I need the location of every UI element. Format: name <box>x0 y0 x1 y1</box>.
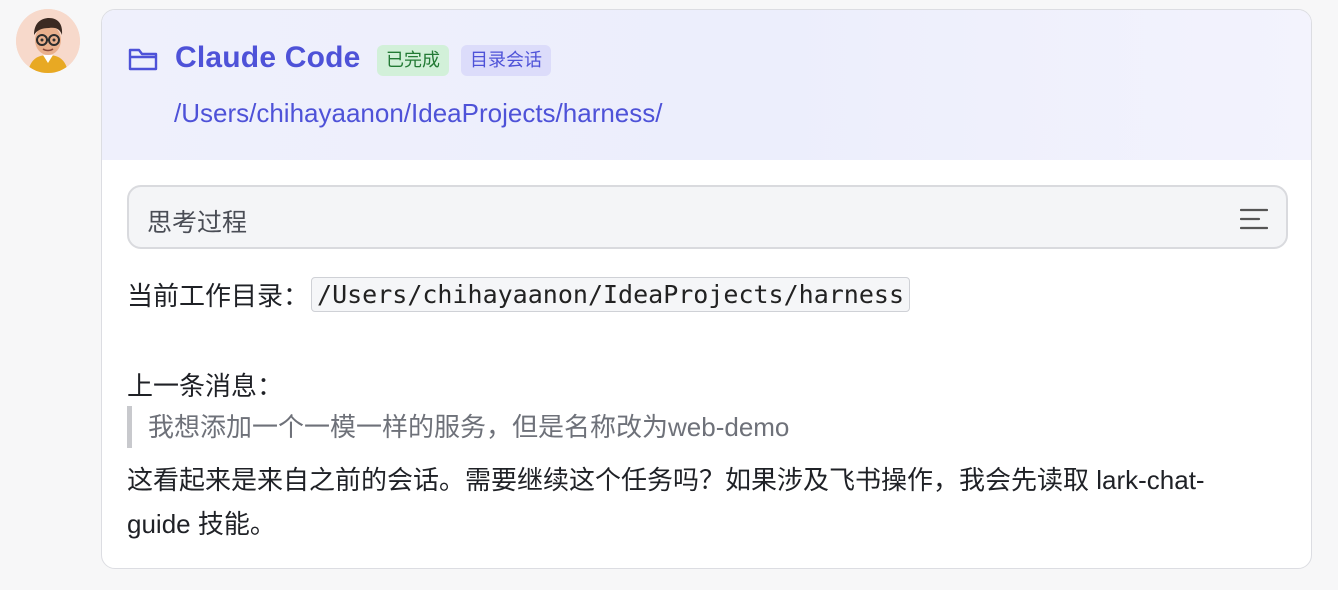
thinking-process-toggle[interactable]: 思考过程 <box>127 185 1288 249</box>
cwd-line: 当前工作目录： /Users/chihayaanon/IdeaProjects/… <box>127 276 911 313</box>
status-badge: 已完成 <box>377 45 449 76</box>
menu-lines-icon <box>1240 208 1268 230</box>
message-card: Claude Code 已完成 目录会话 /Users/chihayaanon/… <box>101 9 1312 569</box>
cwd-label: 当前工作目录： <box>127 281 310 311</box>
session-path-link[interactable]: /Users/chihayaanon/IdeaProjects/harness/ <box>174 98 663 129</box>
session-type-badge: 目录会话 <box>461 45 551 76</box>
previous-message-quote: 我想添加一个一模一样的服务，但是名称改为web-demo <box>127 406 789 448</box>
session-title: Claude Code <box>175 41 361 74</box>
folder-icon <box>128 48 158 71</box>
thinking-process-label: 思考过程 <box>147 209 248 237</box>
cwd-code: /Users/chihayaanon/IdeaProjects/harness <box>311 277 911 312</box>
user-avatar <box>16 9 80 73</box>
session-header: Claude Code 已完成 目录会话 /Users/chihayaanon/… <box>102 10 1311 160</box>
avatar-illustration-icon <box>16 9 80 73</box>
assistant-reply-text: 这看起来是来自之前的会话。需要继续这个任务吗？如果涉及飞书操作，我会先读取 la… <box>127 465 1205 539</box>
previous-message-label: 上一条消息： <box>127 371 284 401</box>
